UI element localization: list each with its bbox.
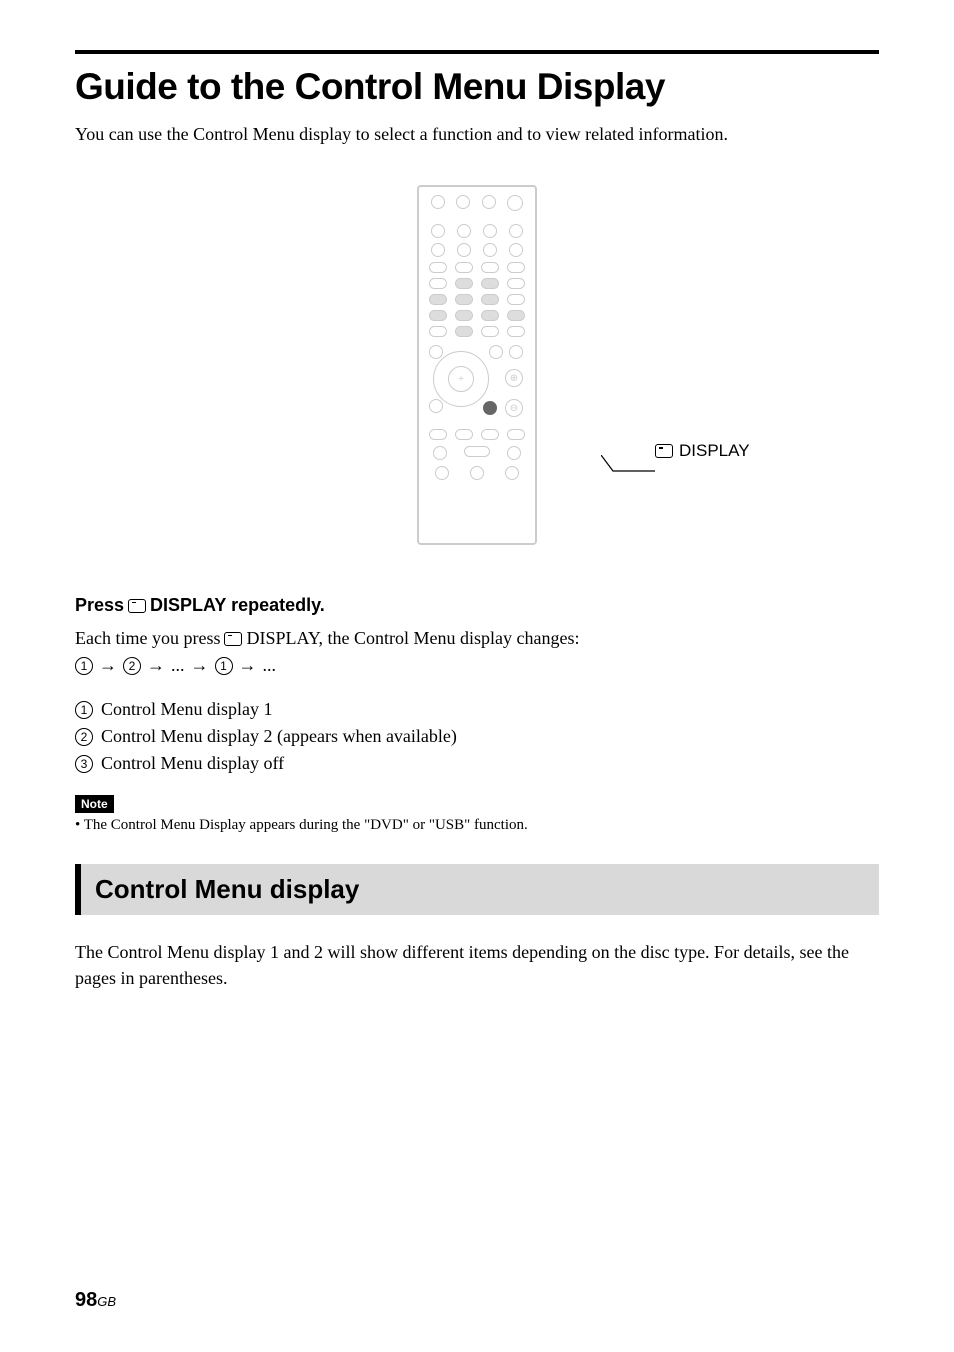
instruction-suffix: DISPLAY repeatedly.: [150, 595, 325, 616]
intro-paragraph: You can use the Control Menu display to …: [75, 124, 879, 145]
note-text: • The Control Menu Display appears durin…: [75, 817, 879, 834]
cycle-suffix: DISPLAY, the Control Menu display change…: [246, 626, 579, 651]
circled-2-icon: 2: [123, 657, 141, 675]
circled-3-icon: 3: [75, 755, 93, 773]
callout-line: [601, 455, 655, 473]
section-body: The Control Menu display 1 and 2 will sh…: [75, 939, 879, 991]
arrow-icon: →: [239, 655, 257, 676]
circled-1-icon: 1: [75, 657, 93, 675]
page-number-value: 98: [75, 1289, 97, 1311]
circled-2-icon: 2: [75, 728, 93, 746]
instruction-heading: Press DISPLAY repeatedly.: [75, 595, 879, 616]
list-item-text: Control Menu display 1: [101, 696, 273, 723]
ellipsis: ...: [263, 655, 277, 676]
circled-1-icon: 1: [215, 657, 233, 675]
list-item-text: Control Menu display 2 (appears when ava…: [101, 723, 457, 750]
arrow-icon: →: [147, 655, 165, 676]
instruction-prefix: Press: [75, 595, 124, 616]
cycle-prefix: Each time you press: [75, 626, 220, 651]
display-icon: [128, 599, 146, 613]
note-badge: Note: [75, 795, 114, 813]
display-button-on-remote: [483, 401, 497, 415]
section-header: Control Menu display: [75, 864, 879, 915]
top-rule: [75, 50, 879, 54]
callout-text: DISPLAY: [679, 441, 750, 461]
circled-1-icon: 1: [75, 701, 93, 719]
remote-illustration: + ⊕ ⊖ DISPLAY: [75, 175, 879, 555]
display-icon: [655, 444, 673, 458]
display-modes-list: 1 Control Menu display 1 2 Control Menu …: [75, 696, 879, 777]
arrow-icon: →: [99, 655, 117, 676]
cycle-description: Each time you press DISPLAY, the Control…: [75, 626, 879, 651]
list-item: 1 Control Menu display 1: [75, 696, 879, 723]
arrow-icon: →: [191, 655, 209, 676]
display-icon: [224, 632, 242, 646]
list-item: 2 Control Menu display 2 (appears when a…: [75, 723, 879, 750]
page-title: Guide to the Control Menu Display: [75, 66, 879, 108]
list-item: 3 Control Menu display off: [75, 750, 879, 777]
display-callout-label: DISPLAY: [655, 441, 750, 461]
list-item-text: Control Menu display off: [101, 750, 284, 777]
remote-control-diagram: + ⊕ ⊖: [417, 185, 537, 545]
page-number: 98GB: [75, 1289, 116, 1312]
ellipsis: ...: [171, 655, 185, 676]
sequence-diagram: 1 → 2 → ... → 1 → ...: [75, 655, 879, 676]
page-number-suffix: GB: [97, 1294, 116, 1309]
